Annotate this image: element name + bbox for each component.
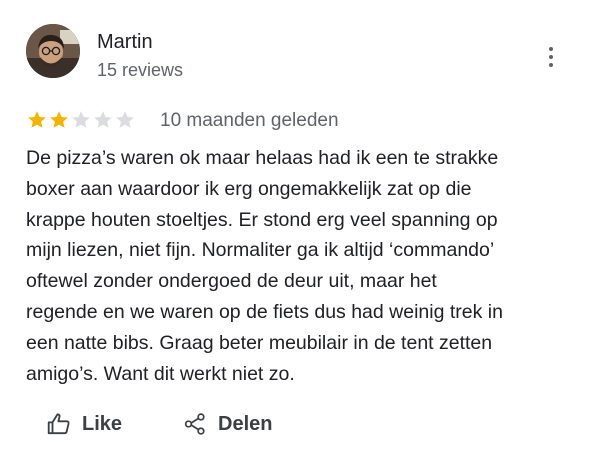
share-icon	[184, 413, 205, 435]
review-text: De pizza’s waren ok maar helaas had ik e…	[26, 147, 503, 385]
star-icon	[116, 111, 134, 128]
avatar[interactable]	[26, 24, 80, 78]
star-icon	[50, 111, 68, 128]
review-date: 10 maanden geleden	[160, 110, 339, 131]
share-button[interactable]: Delen	[182, 410, 272, 438]
share-label: Delen	[218, 412, 273, 435]
more-options-icon[interactable]	[540, 44, 562, 70]
author-review-count: 15 reviews	[97, 60, 184, 80]
thumb-up-icon	[47, 413, 70, 435]
author-name[interactable]: Martin	[97, 30, 153, 54]
star-icon	[72, 111, 90, 128]
star-icon	[28, 111, 46, 128]
star-icon	[94, 111, 112, 128]
like-button[interactable]: Like	[46, 410, 122, 438]
star-rating	[27, 109, 137, 131]
like-label: Like	[82, 412, 123, 435]
